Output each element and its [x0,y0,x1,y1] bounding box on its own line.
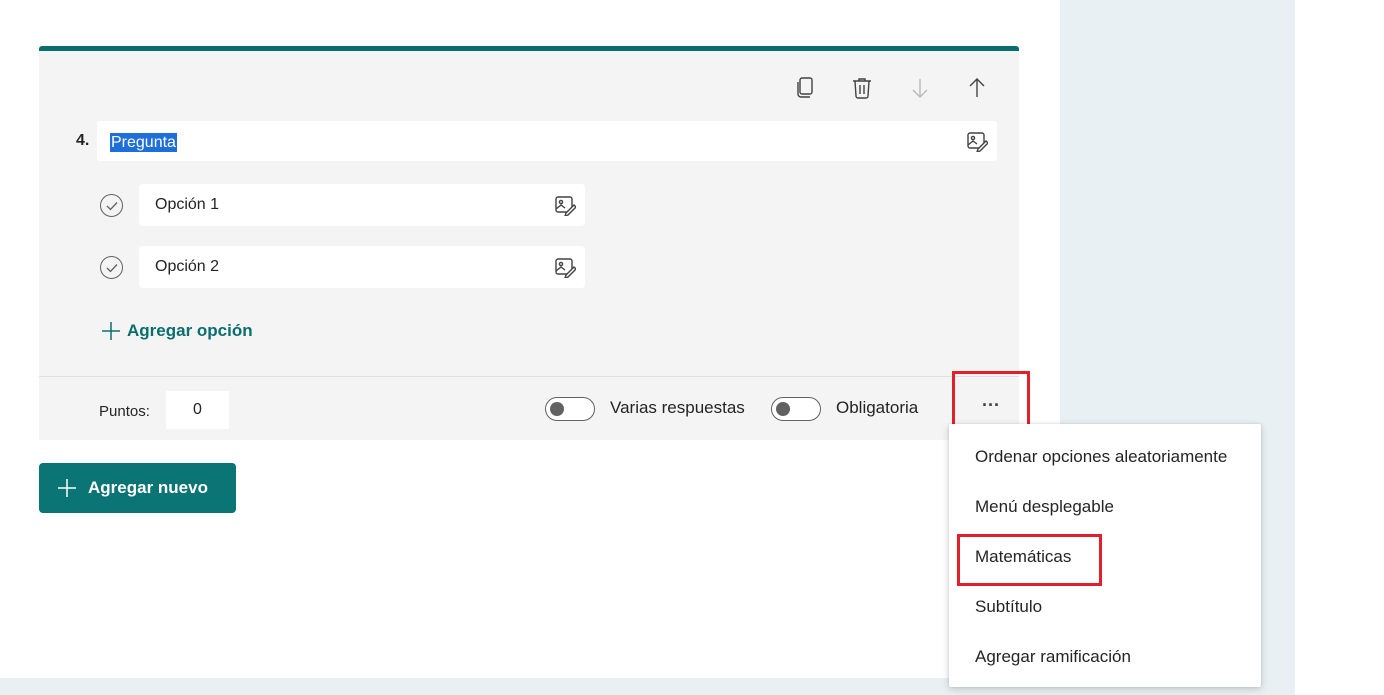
insert-image-icon [555,258,576,278]
more-options-icon: ... [981,390,1000,410]
points-input[interactable] [166,391,229,429]
plus-icon [102,322,120,340]
more-options-button[interactable]: ... [954,375,1028,431]
add-new-label: Agregar nuevo [88,478,208,497]
copy-question-button[interactable] [789,72,821,104]
option-1-label: Opción 1 [155,196,220,213]
required-label: Obligatoria [836,398,919,417]
copy-icon [797,77,813,98]
menu-item-math[interactable]: Matemáticas [975,547,1071,567]
question-title-text[interactable]: Pregunta [110,133,177,152]
menu-item-add-branching[interactable]: Agregar ramificación [975,647,1131,667]
option-2-image-button[interactable] [553,255,577,279]
option-2-marker[interactable] [100,256,123,279]
insert-image-icon [967,132,988,152]
multiple-answers-label: Varias respuestas [610,398,745,417]
toggle-knob [550,402,564,416]
card-accent-bar [39,46,1019,51]
add-option-label: Agregar opción [127,321,253,340]
option-1-image-button[interactable] [553,193,577,217]
question-number: 4. [76,132,90,149]
move-down-button[interactable] [904,72,936,104]
add-option-button[interactable]: Agregar opción [101,321,253,341]
menu-item-dropdown[interactable]: Menú desplegable [975,497,1114,517]
menu-item-shuffle-options[interactable]: Ordenar opciones aleatoriamente [975,447,1227,467]
move-down-icon [912,79,928,98]
question-card[interactable]: 4. Pregunta Opción 1 Opción 2 Agregar op… [39,46,1019,440]
multiple-answers-toggle[interactable] [545,397,595,421]
required-toggle[interactable] [771,397,821,421]
option-2-field[interactable]: Opción 2 [139,246,585,288]
points-label: Puntos: [99,403,150,420]
question-title-field[interactable]: Pregunta [97,121,997,161]
checkmark-icon [106,201,117,210]
plus-icon [57,478,77,498]
insert-image-icon [555,196,576,216]
menu-item-subtitle[interactable]: Subtítulo [975,597,1042,617]
option-1-field[interactable]: Opción 1 [139,184,585,226]
insert-image-button[interactable] [965,129,989,153]
move-up-button[interactable] [961,72,993,104]
add-new-button[interactable]: Agregar nuevo [39,463,236,513]
move-up-icon [969,78,985,97]
delete-icon [853,78,871,99]
option-1-marker[interactable] [100,194,123,217]
option-2-label: Opción 2 [155,258,220,275]
delete-question-button[interactable] [846,72,878,104]
toggle-knob [776,402,790,416]
more-options-menu: Ordenar opciones aleatoriamente Menú des… [949,424,1261,687]
card-divider [39,376,1019,377]
checkmark-icon [106,263,117,272]
